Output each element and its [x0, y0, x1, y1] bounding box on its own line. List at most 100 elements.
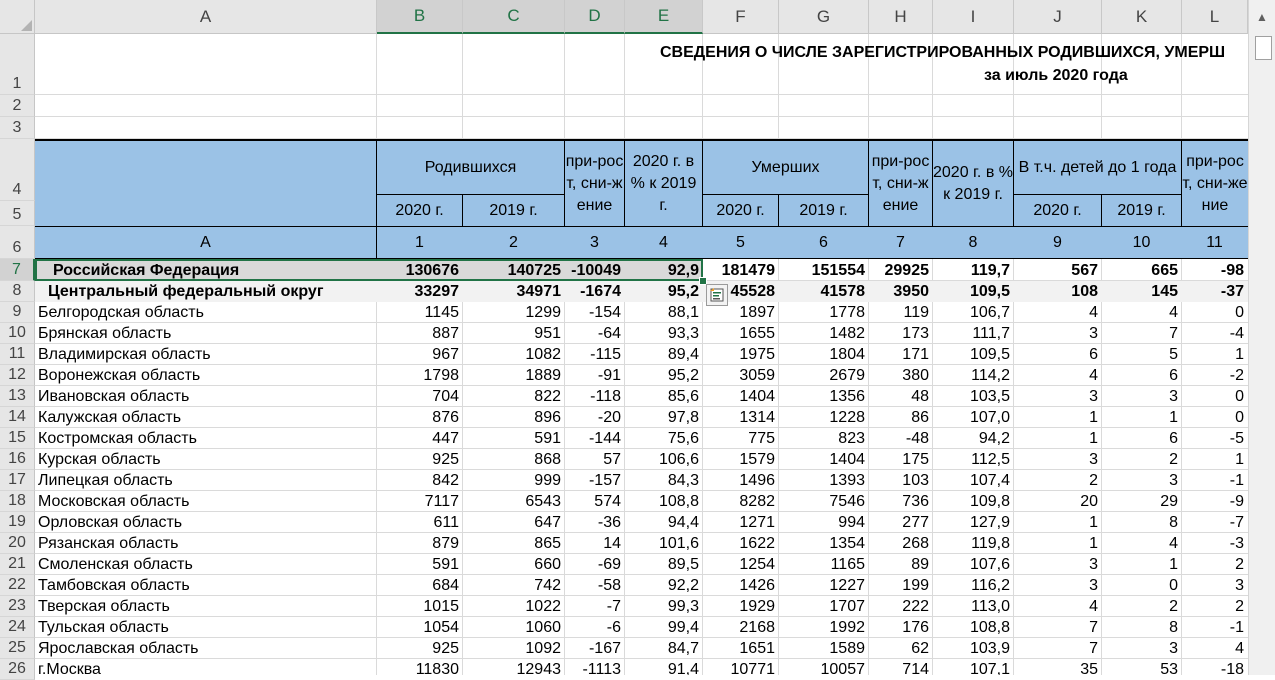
value-cell[interactable]: 1228: [779, 407, 868, 428]
value-cell[interactable]: 107,6: [933, 554, 1013, 575]
value-cell[interactable]: 1622: [703, 533, 778, 554]
value-cell[interactable]: 1992: [779, 617, 868, 638]
column-header-c[interactable]: C: [463, 0, 565, 34]
value-cell[interactable]: -1674: [565, 281, 624, 302]
column-header-k[interactable]: K: [1102, 0, 1182, 34]
value-cell[interactable]: -5: [1182, 428, 1247, 449]
region-name[interactable]: Тульская область: [35, 617, 376, 638]
row-header-7[interactable]: 7: [0, 259, 35, 281]
value-cell[interactable]: 95,2: [625, 281, 702, 302]
value-cell[interactable]: 3: [1014, 575, 1101, 596]
value-cell[interactable]: 95,2: [625, 365, 702, 386]
value-cell[interactable]: 75,6: [625, 428, 702, 449]
value-cell[interactable]: -36: [565, 512, 624, 533]
value-cell[interactable]: 171: [869, 344, 932, 365]
row-header-13[interactable]: 13: [0, 386, 35, 407]
row-header-5[interactable]: 5: [0, 201, 35, 226]
region-name[interactable]: Ивановская область: [35, 386, 376, 407]
value-cell[interactable]: 896: [463, 407, 564, 428]
value-cell[interactable]: -20: [565, 407, 624, 428]
value-cell[interactable]: 1889: [463, 365, 564, 386]
value-cell[interactable]: 107,0: [933, 407, 1013, 428]
value-cell[interactable]: 865: [463, 533, 564, 554]
value-cell[interactable]: 10771: [703, 659, 778, 675]
value-cell[interactable]: -58: [565, 575, 624, 596]
row-header-12[interactable]: 12: [0, 365, 35, 386]
column-header-i[interactable]: I: [933, 0, 1014, 34]
value-cell[interactable]: -7: [565, 596, 624, 617]
value-cell[interactable]: 57: [565, 449, 624, 470]
value-cell[interactable]: 1271: [703, 512, 778, 533]
value-cell[interactable]: 7117: [377, 491, 462, 512]
value-cell[interactable]: -98: [1182, 259, 1247, 281]
value-cell[interactable]: 107,1: [933, 659, 1013, 675]
region-name[interactable]: Смоленская область: [35, 554, 376, 575]
vertical-scrollbar[interactable]: ▲: [1248, 0, 1275, 675]
value-cell[interactable]: 84,7: [625, 638, 702, 659]
value-cell[interactable]: 103: [869, 470, 932, 491]
value-cell[interactable]: 99,3: [625, 596, 702, 617]
value-cell[interactable]: -157: [565, 470, 624, 491]
value-cell[interactable]: 591: [463, 428, 564, 449]
region-name[interactable]: Брянская область: [35, 323, 376, 344]
value-cell[interactable]: 116,2: [933, 575, 1013, 596]
row-header-14[interactable]: 14: [0, 407, 35, 428]
value-cell[interactable]: 2: [1182, 554, 1247, 575]
column-header-d[interactable]: D: [565, 0, 625, 34]
value-cell[interactable]: 7: [1014, 617, 1101, 638]
value-cell[interactable]: -91: [565, 365, 624, 386]
value-cell[interactable]: 1589: [779, 638, 868, 659]
value-cell[interactable]: 119: [869, 302, 932, 323]
region-name[interactable]: г.Москва: [35, 659, 376, 675]
column-header-g[interactable]: G: [779, 0, 869, 34]
value-cell[interactable]: -48: [869, 428, 932, 449]
row-header-25[interactable]: 25: [0, 638, 35, 659]
value-cell[interactable]: 742: [463, 575, 564, 596]
row-header-20[interactable]: 20: [0, 533, 35, 554]
value-cell[interactable]: 1022: [463, 596, 564, 617]
value-cell[interactable]: 967: [377, 344, 462, 365]
value-cell[interactable]: 91,4: [625, 659, 702, 675]
row-header-24[interactable]: 24: [0, 617, 35, 638]
value-cell[interactable]: 736: [869, 491, 932, 512]
value-cell[interactable]: 574: [565, 491, 624, 512]
value-cell[interactable]: -9: [1182, 491, 1247, 512]
row-header-1[interactable]: 1: [0, 34, 35, 95]
row-header-6[interactable]: 6: [0, 226, 35, 259]
value-cell[interactable]: 3950: [869, 281, 932, 302]
region-name[interactable]: Тверская область: [35, 596, 376, 617]
value-cell[interactable]: 94,4: [625, 512, 702, 533]
value-cell[interactable]: 62: [869, 638, 932, 659]
value-cell[interactable]: 103,5: [933, 386, 1013, 407]
row-header-3[interactable]: 3: [0, 117, 35, 139]
region-name[interactable]: Воронежская область: [35, 365, 376, 386]
value-cell[interactable]: -69: [565, 554, 624, 575]
value-cell[interactable]: 925: [377, 449, 462, 470]
value-cell[interactable]: 103,9: [933, 638, 1013, 659]
value-cell[interactable]: 2168: [703, 617, 778, 638]
value-cell[interactable]: 3: [1182, 575, 1247, 596]
value-cell[interactable]: 3059: [703, 365, 778, 386]
value-cell[interactable]: 823: [779, 428, 868, 449]
row-header-22[interactable]: 22: [0, 575, 35, 596]
value-cell[interactable]: 199: [869, 575, 932, 596]
row-header-16[interactable]: 16: [0, 449, 35, 470]
value-cell[interactable]: 4: [1014, 596, 1101, 617]
value-cell[interactable]: 1579: [703, 449, 778, 470]
selection-range[interactable]: [35, 259, 703, 281]
value-cell[interactable]: 4: [1014, 302, 1101, 323]
value-cell[interactable]: 109,5: [933, 344, 1013, 365]
value-cell[interactable]: 1975: [703, 344, 778, 365]
value-cell[interactable]: 1227: [779, 575, 868, 596]
value-cell[interactable]: 151554: [779, 259, 868, 281]
value-cell[interactable]: 109,8: [933, 491, 1013, 512]
value-cell[interactable]: 6: [1102, 365, 1181, 386]
value-cell[interactable]: 660: [463, 554, 564, 575]
row-header-17[interactable]: 17: [0, 470, 35, 491]
value-cell[interactable]: 176: [869, 617, 932, 638]
value-cell[interactable]: 6543: [463, 491, 564, 512]
value-cell[interactable]: 567: [1014, 259, 1101, 281]
column-header-e[interactable]: E: [625, 0, 703, 34]
value-cell[interactable]: 447: [377, 428, 462, 449]
value-cell[interactable]: -2: [1182, 365, 1247, 386]
